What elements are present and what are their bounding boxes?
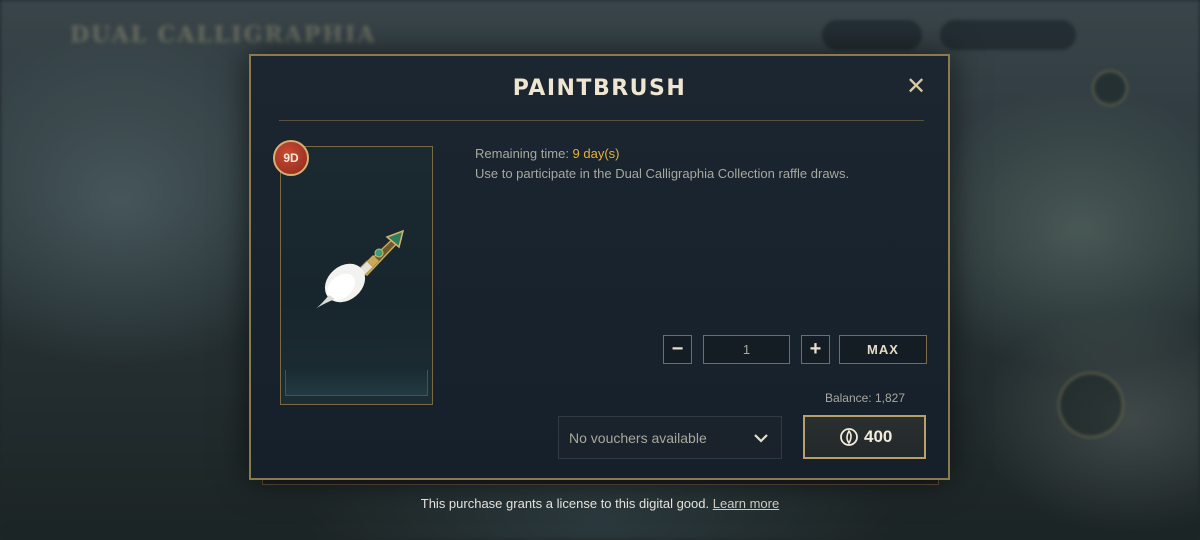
currency-icon	[840, 428, 858, 446]
price-label: 400	[864, 427, 893, 446]
remaining-time-value: 9 day(s)	[572, 146, 620, 161]
remaining-time-label: Remaining time:	[475, 146, 573, 161]
background-title: DUAL CALLIGRAPHIA	[70, 22, 377, 48]
item-card	[280, 146, 433, 405]
background-circle-icon	[1092, 70, 1128, 106]
chevron-down-icon	[754, 434, 768, 443]
balance-text: Balance: 1,827	[824, 391, 905, 405]
duration-badge: 9D	[273, 140, 309, 176]
learn-more-link[interactable]: Learn more	[713, 496, 779, 511]
title-divider	[279, 120, 924, 121]
legal-notice: This purchase grants a license to this d…	[0, 496, 1200, 511]
purchase-modal: PAINTBRUSH ✕ 9D Remaining time: 9 day(s)…	[249, 54, 950, 480]
background-nav-pill	[940, 20, 1076, 50]
paintbrush-icon	[315, 229, 405, 309]
purchase-button[interactable]: 400	[803, 415, 926, 459]
item-description: Use to participate in the Dual Calligrap…	[475, 166, 850, 181]
max-button[interactable]: MAX	[839, 335, 927, 364]
increment-button[interactable]: +	[801, 335, 830, 364]
close-icon[interactable]: ✕	[904, 74, 928, 98]
voucher-select[interactable]: No vouchers available	[558, 416, 782, 459]
decrement-button[interactable]: −	[663, 335, 692, 364]
voucher-label: No vouchers available	[569, 430, 707, 446]
legal-text: This purchase grants a license to this d…	[420, 496, 710, 511]
remaining-time: Remaining time: 9 day(s)	[475, 144, 915, 164]
quantity-input[interactable]: 1	[703, 335, 790, 364]
background-nav-pill	[822, 20, 922, 50]
modal-title: PAINTBRUSH	[512, 76, 687, 101]
item-info: Remaining time: 9 day(s) Use to particip…	[475, 144, 915, 184]
background-circle-icon	[1058, 372, 1124, 438]
item-card-footer	[285, 370, 428, 396]
